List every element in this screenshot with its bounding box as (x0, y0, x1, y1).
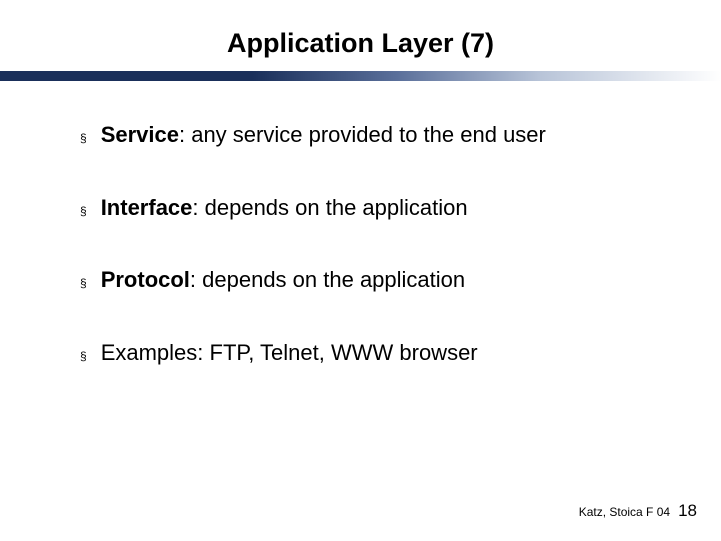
bullet-marker-icon: § (80, 204, 87, 218)
slide-title: Application Layer (7) (0, 28, 721, 59)
bullet-body: : depends on the application (192, 195, 467, 220)
footer-credit: Katz, Stoica F 04 (579, 505, 670, 519)
bullet-marker-icon: § (80, 349, 87, 363)
bullet-item: § Protocol: depends on the application (80, 266, 641, 295)
title-area: Application Layer (7) (0, 0, 721, 59)
footer: Katz, Stoica F 04 18 (579, 501, 697, 521)
bullet-marker-icon: § (80, 131, 87, 145)
bullet-body: : FTP, Telnet, WWW browser (197, 340, 477, 365)
bullet-body: : any service provided to the end user (179, 122, 546, 147)
bullet-text: Service: any service provided to the end… (101, 121, 546, 150)
bullet-item: § Interface: depends on the application (80, 194, 641, 223)
bullet-label: Interface (101, 195, 193, 220)
bullet-label: Protocol (101, 267, 190, 292)
bullet-item: § Examples: FTP, Telnet, WWW browser (80, 339, 641, 368)
bullet-label: Examples (101, 340, 198, 365)
bullet-marker-icon: § (80, 276, 87, 290)
bullet-text: Protocol: depends on the application (101, 266, 465, 295)
bullet-text: Interface: depends on the application (101, 194, 468, 223)
page-number: 18 (678, 501, 697, 521)
slide: Application Layer (7) § Service: any ser… (0, 0, 721, 541)
bullet-body: : depends on the application (190, 267, 465, 292)
bullet-text: Examples: FTP, Telnet, WWW browser (101, 339, 478, 368)
title-underline-bar (0, 71, 721, 81)
bullet-label: Service (101, 122, 179, 147)
bullet-item: § Service: any service provided to the e… (80, 121, 641, 150)
content-area: § Service: any service provided to the e… (0, 81, 721, 367)
